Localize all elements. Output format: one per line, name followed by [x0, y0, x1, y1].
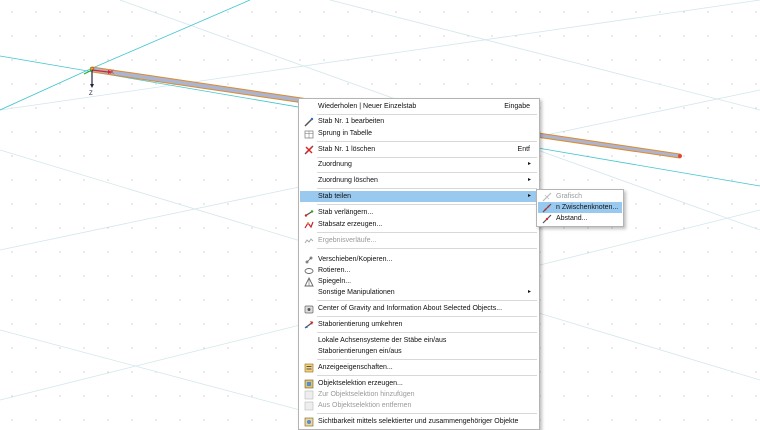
- edit-member-icon: [303, 116, 314, 127]
- menu-item-delete-assignment[interactable]: Zuordnung löschen ▸: [300, 175, 538, 186]
- menu-separator: [317, 188, 537, 189]
- submenu-arrow-icon: ▸: [527, 193, 531, 199]
- menu-item-orientations-toggle[interactable]: Staborientierungen ein/aus: [300, 346, 538, 357]
- menu-separator: [317, 300, 537, 301]
- object-selection-icon: [303, 378, 314, 389]
- submenu-arrow-icon: ▸: [527, 289, 531, 295]
- menu-item-label: Stab verlängern...: [318, 209, 374, 216]
- menu-item-label: Lokale Achsensysteme der Stäbe ein/aus: [318, 337, 447, 344]
- menu-item-label: Sprung in Tabelle: [318, 130, 372, 137]
- add-selection-icon: [303, 389, 314, 400]
- menu-separator: [317, 332, 537, 333]
- axis-x-label: X: [110, 70, 114, 76]
- menu-item-add-to-selection[interactable]: Zur Objektselektion hinzufügen: [300, 389, 538, 400]
- menu-item-extend-member[interactable]: Stab verlängern...: [300, 207, 538, 218]
- result-diagram-icon: [303, 235, 314, 246]
- create-member-set-icon: [303, 219, 314, 230]
- submenu-item-n-nodes[interactable]: n Zwischenknoten...: [538, 202, 622, 213]
- menu-item-edit-member[interactable]: Stab Nr. 1 bearbeiten: [300, 116, 538, 127]
- divide-n-nodes-icon: [541, 202, 552, 213]
- menu-item-label: Spiegeln...: [318, 278, 352, 285]
- menu-item-local-axes-toggle[interactable]: Lokale Achsensysteme der Stäbe ein/aus: [300, 335, 538, 346]
- menu-separator: [317, 114, 537, 115]
- shortcut-label: Entf: [517, 146, 530, 153]
- submenu-item-graphic[interactable]: Grafisch: [538, 191, 622, 202]
- menu-item-label: Zuordnung löschen: [318, 177, 378, 184]
- center-of-gravity-icon: [303, 303, 314, 314]
- menu-item-rotate[interactable]: Rotieren...: [300, 265, 538, 276]
- menu-separator: [317, 359, 537, 360]
- menu-item-label: Aus Objektselektion entfernen: [318, 402, 412, 409]
- menu-item-label: Stab Nr. 1 bearbeiten: [318, 118, 385, 125]
- menu-item-create-member-set[interactable]: Stabsatz erzeugen...: [300, 219, 538, 230]
- menu-item-label: Ergebnisverläufe...: [318, 237, 377, 244]
- menu-item-repeat[interactable]: Wiederholen | Neuer Einzelstab Eingabe: [300, 101, 538, 112]
- menu-separator: [317, 141, 537, 142]
- divide-graphic-icon: [541, 191, 552, 202]
- menu-item-create-selection[interactable]: Objektselektion erzeugen...: [300, 378, 538, 389]
- menu-separator: [317, 172, 537, 173]
- context-menu: Wiederholen | Neuer Einzelstab Eingabe S…: [298, 98, 540, 430]
- menu-separator: [317, 316, 537, 317]
- move-copy-icon: [303, 254, 314, 265]
- menu-item-label: Staborientierung umkehren: [318, 321, 403, 328]
- menu-item-label: Abstand...: [556, 215, 588, 222]
- menu-item-center-of-gravity[interactable]: Center of Gravity and Information About …: [300, 303, 538, 314]
- menu-item-label: Objektselektion erzeugen...: [318, 380, 403, 387]
- menu-item-label: Anzeigeeigenschaften...: [318, 364, 393, 371]
- menu-item-label: Stab Nr. 1 löschen: [318, 146, 376, 153]
- menu-item-label: Verschieben/Kopieren...: [318, 256, 393, 263]
- submenu-arrow-icon: ▸: [527, 161, 531, 167]
- divide-distance-icon: [541, 213, 552, 224]
- menu-item-delete-member[interactable]: Stab Nr. 1 löschen Entf: [300, 144, 538, 155]
- menu-separator: [317, 204, 537, 205]
- menu-item-label: Stabsatz erzeugen...: [318, 221, 383, 228]
- menu-item-label: Zur Objektselektion hinzufügen: [318, 391, 415, 398]
- menu-item-move-copy[interactable]: Verschieben/Kopieren...: [300, 254, 538, 265]
- menu-item-label: Grafisch: [556, 193, 583, 200]
- menu-item-display-properties[interactable]: Anzeigeeigenschaften...: [300, 362, 538, 373]
- menu-separator: [317, 157, 537, 158]
- jump-to-table-icon: [303, 128, 314, 139]
- menu-item-label: Wiederholen | Neuer Einzelstab: [318, 103, 417, 110]
- menu-separator: [317, 413, 537, 414]
- delete-member-icon: [303, 144, 314, 155]
- node-end[interactable]: [678, 154, 682, 158]
- submenu-arrow-icon: ▸: [527, 177, 531, 183]
- remove-selection-icon: [303, 400, 314, 411]
- menu-item-label: Sonstige Manipulationen: [318, 289, 395, 296]
- submenu-divide-member: Grafisch n Zwischenknoten... Abstand...: [536, 189, 624, 227]
- display-properties-icon: [303, 362, 314, 373]
- menu-item-other-manipulations[interactable]: Sonstige Manipulationen ▸: [300, 287, 538, 298]
- axis-z-label: Z: [89, 91, 93, 97]
- menu-item-result-diagrams[interactable]: Ergebnisverläufe...: [300, 235, 538, 246]
- menu-item-remove-from-selection[interactable]: Aus Objektselektion entfernen: [300, 400, 538, 411]
- menu-item-assignment[interactable]: Zuordnung ▸: [300, 159, 538, 170]
- menu-separator: [317, 232, 537, 233]
- menu-item-label: Staborientierungen ein/aus: [318, 348, 402, 355]
- menu-item-label: Zuordnung: [318, 161, 352, 168]
- menu-item-mirror[interactable]: Spiegeln...: [300, 276, 538, 287]
- menu-separator: [317, 248, 537, 249]
- shortcut-label: Eingabe: [504, 103, 530, 110]
- mirror-icon: [303, 276, 314, 287]
- extend-member-icon: [303, 207, 314, 218]
- rotate-icon: [303, 265, 314, 276]
- menu-item-label: Center of Gravity and Information About …: [318, 305, 503, 312]
- menu-item-label: Sichtbarkeit mittels selektierter und zu…: [318, 418, 519, 425]
- submenu-item-distance[interactable]: Abstand...: [538, 213, 622, 224]
- visibility-icon: [303, 416, 314, 427]
- menu-item-divide-member[interactable]: Stab teilen ▸: [300, 191, 538, 202]
- menu-item-jump-to-table[interactable]: Sprung in Tabelle: [300, 128, 538, 139]
- menu-item-visibility[interactable]: Sichtbarkeit mittels selektierter und zu…: [300, 416, 538, 427]
- reverse-orientation-icon: [303, 319, 314, 330]
- menu-item-label: Rotieren...: [318, 267, 351, 274]
- menu-item-label: Stab teilen: [318, 193, 352, 200]
- menu-separator: [317, 375, 537, 376]
- menu-item-label: n Zwischenknoten...: [556, 204, 619, 211]
- menu-item-reverse-orientation[interactable]: Staborientierung umkehren: [300, 319, 538, 330]
